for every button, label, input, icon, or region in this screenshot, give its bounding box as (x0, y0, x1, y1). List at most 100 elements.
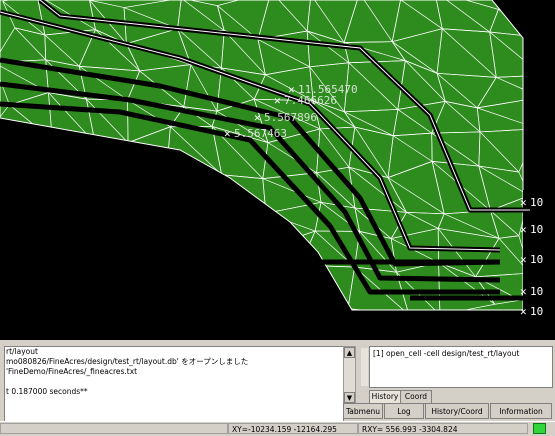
tabmenu-button[interactable]: Tabmenu (343, 403, 383, 419)
mesh-edge (135, 237, 138, 270)
mesh-edge (88, 162, 134, 168)
mesh-edge (86, 244, 98, 281)
mesh-edge (48, 212, 51, 236)
mesh-edge (134, 168, 166, 175)
mesh-edge (0, 129, 52, 140)
history-entry[interactable]: [1] open_cell -cell design/test_rt/layou… (370, 347, 552, 360)
mesh-edge (188, 266, 189, 297)
status-xy: XY=-10234.159 -12164.295 (228, 423, 358, 434)
mesh-edge (15, 239, 40, 277)
mesh-edge (50, 140, 52, 162)
mesh-edge (88, 297, 125, 311)
mesh-edge (51, 236, 86, 280)
status-bar: XY=-10234.159 -12164.295 RXY= 556.993 -3… (0, 421, 555, 435)
mesh-edge (0, 275, 40, 277)
mesh-edge (40, 277, 86, 280)
mesh-edge (266, 248, 300, 265)
mesh-edge (234, 208, 266, 214)
mesh-edge (300, 265, 317, 306)
mesh-edge (48, 162, 50, 212)
mesh-edge (86, 270, 138, 280)
mesh-edge (45, 297, 89, 301)
mesh-edge (48, 212, 51, 236)
mesh-edge (166, 175, 233, 207)
mesh-edge (15, 236, 51, 239)
mesh-edge (40, 236, 51, 277)
mesh-edge (15, 236, 51, 239)
mesh-edge (51, 236, 98, 244)
history-scrollbar[interactable] (361, 348, 368, 386)
mesh-edge (48, 212, 97, 244)
mesh-edge (138, 266, 188, 270)
mesh-edge (86, 280, 88, 296)
mesh-edge (1, 202, 48, 213)
mesh-edge (0, 129, 50, 162)
log-scrollbar[interactable]: ▲ ▼ (343, 346, 356, 404)
scroll-down-arrow-icon[interactable]: ▼ (344, 392, 355, 403)
mesh-edge (0, 160, 48, 212)
mesh-edge (48, 202, 92, 212)
cross-marker-icon: ✕ (520, 285, 527, 298)
mesh-edge (234, 208, 266, 214)
mesh-edge (40, 277, 44, 301)
mesh-edge (88, 162, 134, 168)
mesh-edge (98, 244, 138, 270)
mesh-edge (86, 244, 98, 281)
mesh-edge (219, 270, 263, 300)
mesh-edge (138, 270, 189, 297)
mesh-edge (95, 143, 128, 144)
history-coord-button[interactable]: History/Coord (425, 403, 489, 419)
mesh-edge (134, 168, 166, 175)
tab-history[interactable]: History (369, 390, 401, 404)
mesh-edge (13, 298, 44, 300)
mesh-edge (277, 265, 300, 273)
mesh-edge (135, 237, 189, 243)
mesh-edge (300, 265, 317, 306)
log-output[interactable]: rt/layout mo080826/FineAcres/design/test… (4, 346, 344, 422)
cross-marker-icon: ✕ (520, 196, 527, 209)
mesh-edge (189, 235, 211, 242)
mesh-edge (135, 237, 189, 243)
mesh-edge (183, 204, 189, 242)
mesh-edge (234, 208, 267, 248)
mesh-edge (266, 248, 277, 274)
mesh-edge (188, 266, 219, 271)
mesh-edge (539, 97, 542, 128)
mesh-edge (0, 160, 1, 202)
mesh-edge (224, 301, 263, 302)
cross-marker-icon: ✕ (520, 223, 527, 236)
mesh-edge (263, 273, 277, 300)
status-empty (0, 423, 228, 434)
mesh-edge (98, 237, 136, 244)
mesh-edge (277, 273, 317, 305)
coordinate-label: 10 (530, 196, 543, 209)
mesh-edge (219, 270, 224, 301)
mesh-edge (48, 202, 92, 212)
layout-canvas[interactable]: ✕11.565470✕7.466626✕5.567896✕5.567463✕10… (0, 0, 555, 340)
mesh-edge (88, 143, 95, 162)
log-line: rt/layout (5, 347, 343, 357)
mesh-edge (40, 277, 44, 301)
mesh-edge (86, 280, 88, 296)
scroll-up-arrow-icon[interactable]: ▲ (344, 347, 355, 358)
mesh-edge (211, 208, 233, 236)
mesh-edge (51, 236, 98, 244)
cross-marker-icon: ✕ (254, 111, 261, 124)
information-button[interactable]: Information (490, 403, 552, 419)
coordinate-label: 5.567896 (264, 111, 317, 124)
bottom-panel: rt/layout mo080826/FineAcres/design/test… (0, 340, 555, 434)
cross-marker-icon: ✕ (520, 305, 527, 318)
log-button[interactable]: Log (384, 403, 424, 419)
mesh-edge (277, 265, 300, 273)
mesh-edge (52, 140, 95, 143)
mesh-edge (188, 266, 224, 302)
tab-coord[interactable]: Coord (400, 390, 432, 404)
coordinate-label: 10 (530, 305, 543, 318)
mesh-edge (125, 204, 183, 212)
mesh-edge (92, 202, 135, 236)
mesh-edge (1, 202, 15, 240)
history-panel[interactable]: [1] open_cell -cell design/test_rt/layou… (369, 346, 553, 388)
mesh-edge (135, 237, 188, 266)
cross-marker-icon: ✕ (224, 127, 231, 140)
coordinate-label: 7.466626 (284, 94, 337, 107)
